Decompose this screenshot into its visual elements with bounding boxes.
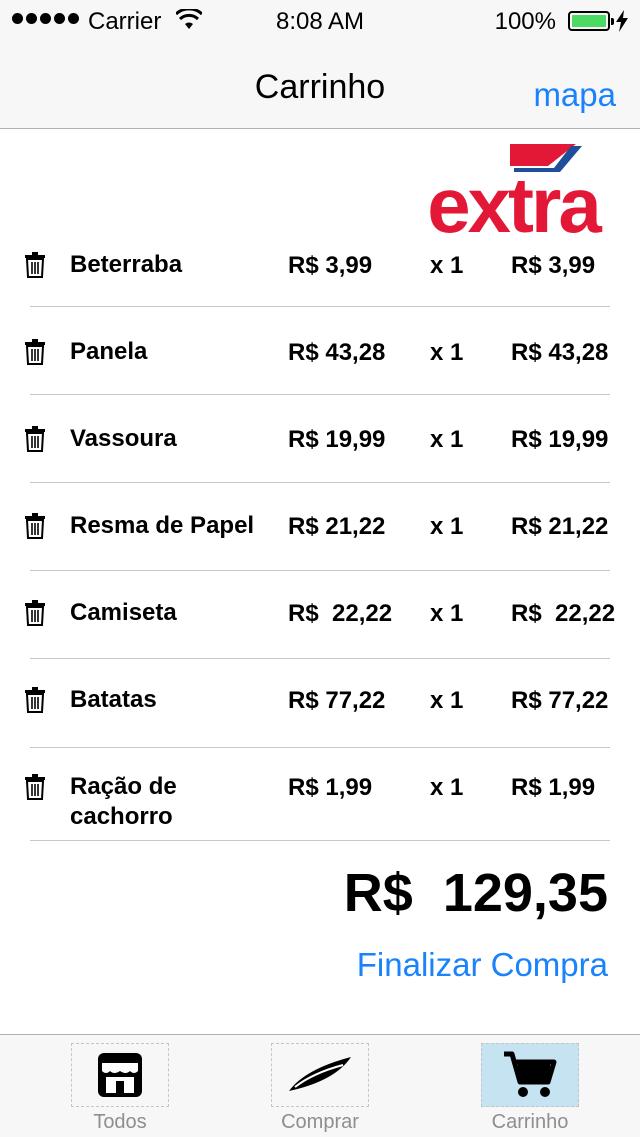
row-divider (30, 570, 610, 571)
item-subtotal: R$ 77,22 (511, 687, 609, 714)
item-price: R$ 77,22 (288, 687, 386, 714)
item-subtotal: R$ 22,22 (511, 600, 616, 627)
item-quantity[interactable]: x 1 (430, 426, 463, 454)
tab-label-carrinho: Carrinho (491, 1111, 569, 1133)
tab-todos[interactable] (71, 1043, 169, 1107)
checkout-icon (289, 1057, 351, 1091)
item-subtotal: R$ 43,28 (511, 339, 609, 366)
cart-total: R$ 129,35 (343, 863, 608, 923)
tab-carrinho[interactable] (481, 1043, 579, 1107)
item-name: Panela (70, 338, 148, 365)
store-icon (98, 1053, 142, 1097)
svg-text:extra: extra (427, 161, 602, 238)
item-name: Camiseta (70, 599, 177, 626)
battery-percent: 100% (494, 8, 556, 35)
item-name: Batatas (70, 686, 157, 713)
item-subtotal: R$ 21,22 (511, 513, 609, 540)
row-divider (30, 840, 610, 841)
item-subtotal: R$ 1,99 (511, 774, 596, 801)
item-price: R$ 3,99 (288, 252, 373, 279)
row-divider (30, 482, 610, 483)
item-name: Vassoura (70, 425, 177, 452)
charging-bolt-icon (616, 10, 628, 32)
map-button[interactable]: mapa (533, 76, 616, 114)
item-quantity[interactable]: x 1 (430, 513, 463, 541)
row-divider (30, 658, 610, 659)
finalize-purchase-button[interactable]: Finalizar Compra (357, 946, 608, 984)
trash-icon[interactable] (24, 600, 46, 626)
item-quantity[interactable]: x 1 (430, 774, 463, 802)
item-price: R$ 22,22 (288, 600, 393, 627)
navigation-bar: Carrinho mapa (0, 40, 640, 129)
item-price: R$ 21,22 (288, 513, 386, 540)
row-divider (30, 394, 610, 395)
tab-label-comprar: Comprar (281, 1111, 359, 1133)
cart-icon (504, 1051, 557, 1097)
row-divider (30, 306, 610, 307)
item-subtotal: R$ 3,99 (511, 252, 596, 279)
trash-icon[interactable] (24, 252, 46, 278)
trash-icon[interactable] (24, 426, 46, 452)
item-quantity[interactable]: x 1 (430, 687, 463, 715)
item-quantity[interactable]: x 1 (430, 600, 463, 628)
item-price: R$ 1,99 (288, 774, 373, 801)
item-quantity[interactable]: x 1 (430, 339, 463, 367)
item-quantity[interactable]: x 1 (430, 252, 463, 280)
row-divider (30, 747, 610, 748)
item-name: Beterraba (70, 251, 183, 278)
tab-bar: Todos Comprar Carrinho (0, 1034, 640, 1137)
extra-logo: extra (427, 144, 605, 238)
item-price: R$ 19,99 (288, 426, 386, 453)
item-name: Ração de cachorro (70, 773, 177, 830)
item-price: R$ 43,28 (288, 339, 386, 366)
item-subtotal: R$ 19,99 (511, 426, 609, 453)
tab-comprar[interactable] (271, 1043, 369, 1107)
status-bar: Carrier 8:08 AM 100% (0, 0, 640, 40)
trash-icon[interactable] (24, 774, 46, 800)
trash-icon[interactable] (24, 513, 46, 539)
battery-icon (568, 11, 614, 31)
trash-icon[interactable] (24, 687, 46, 713)
tab-label-todos: Todos (93, 1111, 147, 1133)
item-name: Resma de Papel (70, 512, 255, 539)
trash-icon[interactable] (24, 339, 46, 365)
